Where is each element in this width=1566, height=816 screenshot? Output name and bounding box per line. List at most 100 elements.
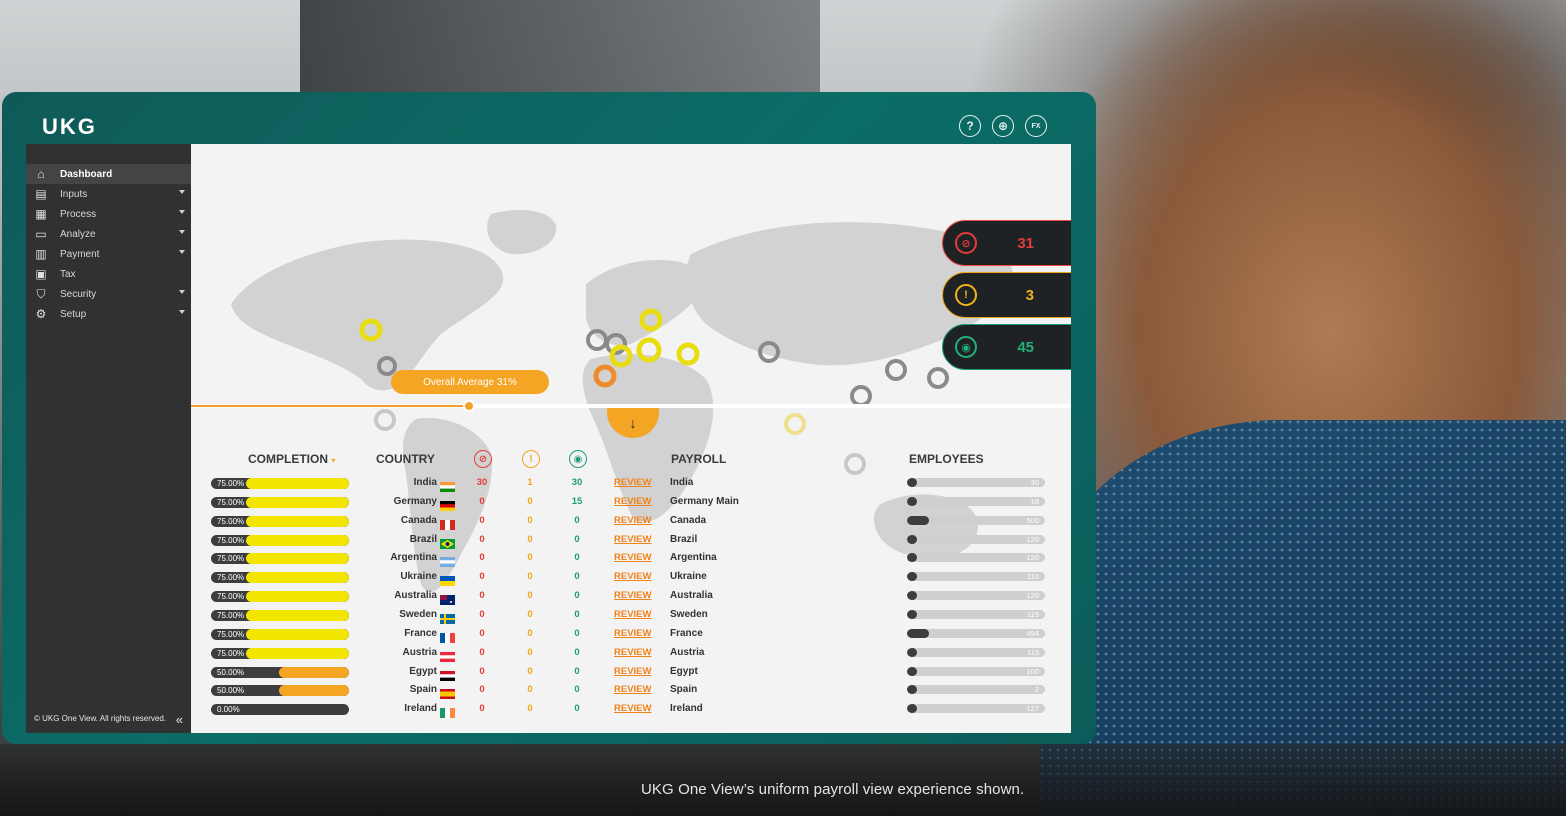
sweden-flag-icon xyxy=(440,611,455,624)
review-link[interactable]: REVIEW xyxy=(614,590,651,601)
payroll-name: Egypt xyxy=(670,665,698,677)
errors-value: 0 xyxy=(479,514,485,526)
gear-icon: ⚙ xyxy=(35,307,47,321)
sidebar-item-analyze[interactable]: ▭ Analyze xyxy=(26,224,191,244)
shield-icon: ⛉ xyxy=(36,286,46,301)
sidebar: ⌂ Dashboard ▤ Inputs ▦ Process ▭ Analyze ▥ Paymen… xyxy=(26,144,191,733)
country-name: Ukraine xyxy=(400,571,437,583)
errors-value: 0 xyxy=(479,571,485,583)
overall-average-label: Overall Average 31% xyxy=(391,370,549,394)
reviews-value: 0 xyxy=(574,684,580,696)
overall-average-handle[interactable] xyxy=(463,400,475,412)
employees-bar: 500 xyxy=(907,515,1045,525)
employees-bar: 120 xyxy=(907,591,1045,601)
reviews-value: 0 xyxy=(574,608,580,620)
table-row[interactable]: 75.00% Austria 0 0 0 REVIEW Austria 115 xyxy=(191,646,1071,665)
country-name: Brazil xyxy=(409,533,437,545)
employees-count: 2 xyxy=(1034,685,1039,695)
employees-bar-fill xyxy=(907,704,917,714)
employees-bar-fill xyxy=(907,685,917,695)
payment-icon: ▥ xyxy=(35,247,47,261)
table-row[interactable]: 0.00% Ireland 0 0 0 REVIEW Ireland 127 xyxy=(191,702,1071,721)
payroll-name: Canada xyxy=(670,514,707,526)
employees-bar: 494 xyxy=(907,628,1045,638)
chevron-down-icon xyxy=(179,210,185,214)
employees-bar-fill xyxy=(907,478,917,487)
sidebar-item-inputs[interactable]: ▤ Inputs xyxy=(26,184,191,204)
completion-percent: 50.00% xyxy=(217,667,245,677)
reviews-value: 0 xyxy=(574,571,580,583)
errors-value: 0 xyxy=(479,608,485,620)
sidebar-item-security[interactable]: ⛉ Security xyxy=(26,284,191,304)
table-row[interactable]: 75.00% Sweden 0 0 0 REVIEW Sweden 115 xyxy=(191,608,1071,627)
map-marker xyxy=(374,409,396,431)
employees-count: 500 xyxy=(1026,515,1039,525)
table-row[interactable]: 75.00% Argentina 0 0 0 REVIEW Argentina … xyxy=(191,551,1071,570)
payroll-header[interactable]: PAYROLL xyxy=(671,452,726,466)
errors-value: 0 xyxy=(479,703,485,715)
table-row[interactable]: 75.00% India 30 1 30 REVIEW India 30 xyxy=(191,476,1071,495)
table-row[interactable]: 75.00% Germany 0 0 15 REVIEW Germany Mai… xyxy=(191,495,1071,514)
table-row[interactable]: 50.00% Egypt 0 0 0 REVIEW Egypt 100 xyxy=(191,665,1071,684)
map-marker xyxy=(844,453,866,475)
chevron-down-icon xyxy=(179,190,185,194)
review-link[interactable]: REVIEW xyxy=(614,703,651,714)
warnings-column-icon[interactable]: ! xyxy=(522,450,540,468)
chevron-down-icon xyxy=(179,250,185,254)
review-link[interactable]: REVIEW xyxy=(614,628,651,639)
ireland-flag-icon xyxy=(440,705,455,719)
employees-count: 120 xyxy=(1026,553,1039,563)
reviews-summary[interactable]: ◉ 45 xyxy=(942,324,1071,370)
sidebar-item-dashboard[interactable]: ⌂ Dashboard xyxy=(26,164,191,184)
country-name: Ireland xyxy=(404,703,437,715)
review-link[interactable]: REVIEW xyxy=(614,534,651,545)
map-marker xyxy=(927,367,949,389)
payroll-name: Ukraine xyxy=(670,571,707,583)
completion-header[interactable]: COMPLETION ▾ xyxy=(248,452,335,466)
warnings-value: 0 xyxy=(527,552,533,564)
errors-summary[interactable]: ⊘ 31 xyxy=(942,220,1071,266)
review-link[interactable]: REVIEW xyxy=(614,515,651,526)
sidebar-item-setup[interactable]: ⚙ Setup xyxy=(26,304,191,324)
table-row[interactable]: 75.00% Canada 0 0 0 REVIEW Canada 500 xyxy=(191,514,1071,533)
warnings-summary[interactable]: ! 3 xyxy=(942,272,1071,318)
errors-column-icon[interactable]: ⊘ xyxy=(474,450,492,468)
table-row[interactable]: 50.00% Spain 0 0 0 REVIEW Spain 2 xyxy=(191,683,1071,702)
table-row[interactable]: 75.00% Brazil 0 0 0 REVIEW Brazil 120 xyxy=(191,533,1071,552)
errors-value: 0 xyxy=(479,646,485,658)
table-row[interactable]: 75.00% France 0 0 0 REVIEW France 494 xyxy=(191,627,1071,646)
table-row[interactable]: 75.00% Australia 0 0 0 REVIEW Australia … xyxy=(191,589,1071,608)
payroll-name: Germany Main xyxy=(670,495,739,507)
warnings-value: 0 xyxy=(527,533,533,545)
reviews-column-icon[interactable]: ◉ xyxy=(569,450,587,468)
review-link[interactable]: REVIEW xyxy=(614,477,651,488)
employees-header[interactable]: EMPLOYEES xyxy=(909,452,984,466)
sidebar-item-label: Process xyxy=(60,208,97,220)
errors-value: 0 xyxy=(479,552,485,564)
table-row[interactable]: 75.00% Ukraine 0 0 0 REVIEW Ukraine 116 xyxy=(191,570,1071,589)
blocked-icon: ⊘ xyxy=(955,232,977,254)
sidebar-item-tax[interactable]: ▣ Tax xyxy=(26,264,191,284)
errors-count: 31 xyxy=(1017,234,1034,252)
completion-bar: 75.00% xyxy=(211,515,349,527)
review-link[interactable]: REVIEW xyxy=(614,552,651,563)
collapse-sidebar-icon[interactable]: « xyxy=(176,712,183,727)
review-link[interactable]: REVIEW xyxy=(614,684,651,695)
review-link[interactable]: REVIEW xyxy=(614,571,651,582)
completion-percent: 75.00% xyxy=(217,535,245,545)
sidebar-item-process[interactable]: ▦ Process xyxy=(26,204,191,224)
fx-icon[interactable]: FX xyxy=(1025,115,1047,137)
help-icon[interactable]: ? xyxy=(959,115,981,137)
review-link[interactable]: REVIEW xyxy=(614,496,651,507)
sidebar-item-label: Setup xyxy=(60,308,87,320)
globe-icon[interactable]: ⊕ xyxy=(992,115,1014,137)
employees-bar-fill xyxy=(907,496,917,506)
completion-percent: 75.00% xyxy=(217,479,245,488)
review-link[interactable]: REVIEW xyxy=(614,666,651,677)
chevron-down-icon xyxy=(179,290,185,294)
sidebar-item-payment[interactable]: ▥ Payment xyxy=(26,244,191,264)
review-link[interactable]: REVIEW xyxy=(614,609,651,620)
country-header[interactable]: COUNTRY xyxy=(376,452,435,466)
employees-bar-fill xyxy=(907,534,917,544)
review-link[interactable]: REVIEW xyxy=(614,647,651,658)
